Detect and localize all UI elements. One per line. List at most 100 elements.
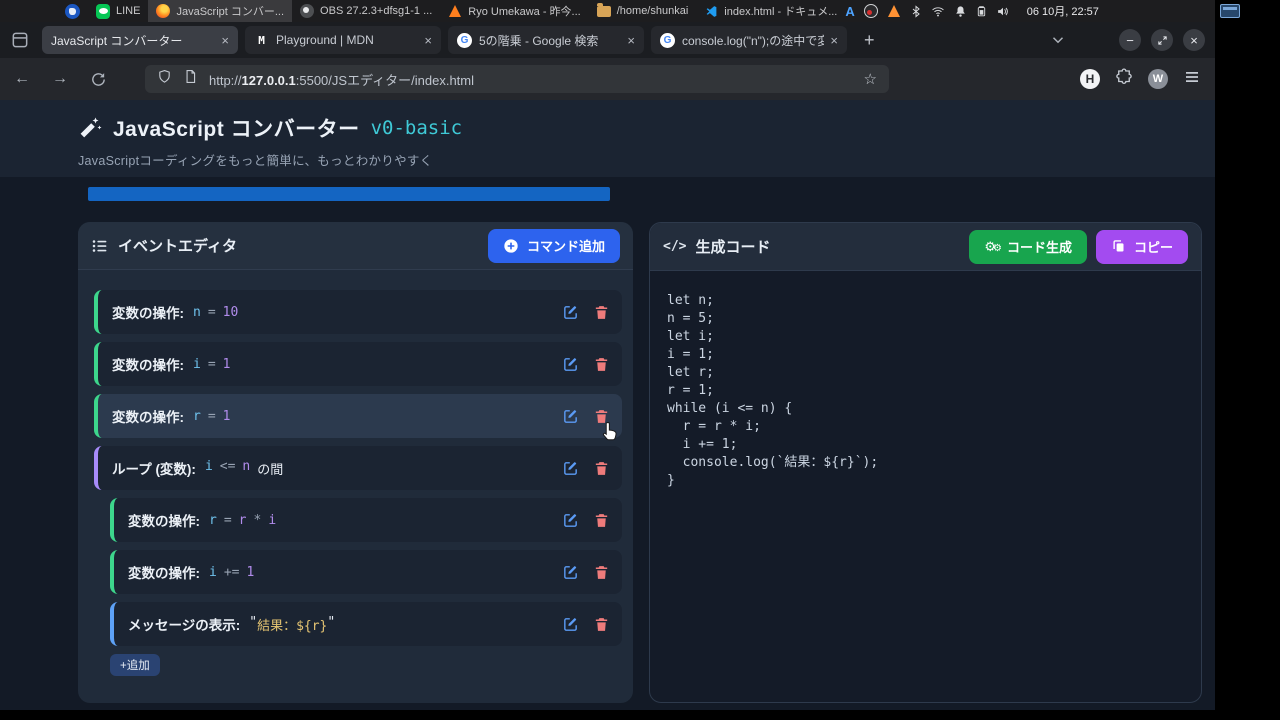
- taskbar-item-vscode[interactable]: index.html - ドキュメ...: [696, 0, 845, 22]
- edit-icon[interactable]: [562, 460, 579, 477]
- copy-button[interactable]: コピー: [1096, 230, 1188, 264]
- reload-button[interactable]: [90, 71, 107, 88]
- event-row-list: 変数の操作: n=10 変数の操作: i=1: [78, 270, 633, 676]
- forward-button[interactable]: →: [52, 70, 68, 88]
- google-favicon: G: [457, 33, 472, 48]
- url-text[interactable]: http://127.0.0.1:5500/JSエディター/index.html: [209, 70, 853, 89]
- code-line: }: [667, 472, 1184, 490]
- web-page: JavaScript コンバーター v0-basic JavaScriptコーデ…: [0, 100, 1215, 710]
- extension-h-icon[interactable]: H: [1080, 69, 1100, 89]
- event-row[interactable]: 変数の操作: n=10: [94, 290, 622, 334]
- extensions-puzzle-icon[interactable]: [1115, 68, 1133, 91]
- code-line: i = 1;: [667, 346, 1184, 364]
- event-row-nested[interactable]: 変数の操作: i+=1: [110, 550, 622, 594]
- edit-icon[interactable]: [562, 616, 579, 633]
- line-icon: [96, 4, 110, 19]
- google-favicon: G: [660, 33, 675, 48]
- tab-close-icon[interactable]: ×: [627, 33, 635, 48]
- back-button[interactable]: ←: [14, 70, 30, 88]
- tab-google-search-2[interactable]: G console.log("n");の途中で変数 ×: [651, 26, 847, 54]
- delete-icon[interactable]: [593, 616, 610, 633]
- code-line: i += 1;: [667, 436, 1184, 454]
- folder-icon: [597, 6, 611, 17]
- edit-icon[interactable]: [562, 564, 579, 581]
- edit-icon[interactable]: [562, 408, 579, 425]
- code-output[interactable]: let n; n = 5; let i; i = 1; let r; r = 1…: [650, 271, 1201, 511]
- show-desktop-icon[interactable]: [1220, 4, 1240, 18]
- taskbar-label: index.html - ドキュメ...: [724, 3, 837, 19]
- volume-icon[interactable]: [996, 5, 1010, 18]
- page-info-icon[interactable]: [183, 69, 198, 89]
- vscode-icon: [704, 4, 718, 18]
- taskbar-item-line[interactable]: LINE: [88, 0, 148, 22]
- event-row[interactable]: 変数の操作: i=1: [94, 342, 622, 386]
- delete-icon[interactable]: [593, 460, 610, 477]
- code-line: let r;: [667, 364, 1184, 382]
- tab-mdn-playground[interactable]: M Playground | MDN ×: [245, 26, 441, 54]
- edit-icon[interactable]: [562, 304, 579, 321]
- ime-indicator[interactable]: A: [845, 4, 854, 19]
- edit-icon[interactable]: [562, 512, 579, 529]
- add-command-button[interactable]: コマンド追加: [488, 229, 620, 263]
- taskbar-item-vlc[interactable]: Ryo Umekawa - 昨今...: [440, 0, 588, 22]
- taskbar-item-firefox[interactable]: JavaScript コンバー...: [148, 0, 292, 22]
- taskbar-item-files[interactable]: /home/shunkai: [589, 0, 697, 22]
- add-nested-button[interactable]: +追加: [110, 654, 160, 676]
- shield-icon[interactable]: [157, 69, 172, 89]
- window-minimize-button[interactable]: −: [1119, 29, 1141, 51]
- delete-icon[interactable]: [593, 564, 610, 581]
- event-row-hovered[interactable]: 変数の操作: r=1: [94, 394, 622, 438]
- delete-icon[interactable]: [593, 304, 610, 321]
- output-panel-title: 生成コード: [695, 236, 770, 257]
- browser-address-bar: ← → http://127.0.0.1:5500/JSエディター/index.…: [0, 58, 1215, 100]
- tab-archive-icon[interactable]: [10, 30, 30, 50]
- bookmark-star-icon[interactable]: ☆: [864, 70, 877, 88]
- browser-tab-bar: JavaScript コンバーター × M Playground | MDN ×…: [0, 22, 1215, 58]
- system-tray: A 06 10月, 22:57: [845, 3, 1242, 19]
- mdn-favicon: M: [254, 33, 269, 48]
- loop-row[interactable]: ループ (変数): i<=nの間: [94, 446, 622, 490]
- window-restore-button[interactable]: [1151, 29, 1173, 51]
- delete-icon[interactable]: [593, 356, 610, 373]
- app-menu-icon: [65, 4, 80, 19]
- event-row-nested[interactable]: 変数の操作: r=r*i: [110, 498, 622, 542]
- url-bar[interactable]: http://127.0.0.1:5500/JSエディター/index.html…: [145, 65, 889, 93]
- generate-code-button[interactable]: ⚙⚙ コード生成: [969, 230, 1087, 264]
- tab-js-converter[interactable]: JavaScript コンバーター ×: [42, 26, 238, 54]
- generated-code-panel: </> 生成コード ⚙⚙ コード生成 コピー let n; n: [649, 222, 1202, 703]
- clock[interactable]: 06 10月, 22:57: [1027, 3, 1099, 19]
- list-icon: [91, 237, 109, 255]
- vlc-tray-icon[interactable]: [887, 4, 901, 18]
- tab-close-icon[interactable]: ×: [830, 33, 838, 48]
- taskbar-label: /home/shunkai: [617, 5, 689, 17]
- firefox-icon: [156, 4, 170, 18]
- screen: LINE JavaScript コンバー... OBS 27.2.3+dfsg1…: [0, 0, 1215, 710]
- delete-icon[interactable]: [593, 512, 610, 529]
- page-title: JavaScript コンバーター: [113, 113, 360, 143]
- obs-tray-icon[interactable]: [864, 4, 878, 18]
- page-subtitle: JavaScriptコーディングをもっと簡単に、もっとわかりやすく: [78, 150, 1215, 169]
- taskbar-app-menu[interactable]: [57, 0, 88, 22]
- taskbar-item-obs[interactable]: OBS 27.2.3+dfsg1-1 ...: [292, 0, 440, 22]
- edit-icon[interactable]: [562, 356, 579, 373]
- code-line: r = r * i;: [667, 418, 1184, 436]
- message-row[interactable]: メッセージの表示: "結果：${r}": [110, 602, 622, 646]
- profile-avatar[interactable]: W: [1148, 69, 1168, 89]
- window-close-button[interactable]: ×: [1183, 29, 1205, 51]
- taskbar-label: LINE: [116, 5, 140, 17]
- magic-wand-icon: [78, 116, 102, 140]
- taskbar-label: OBS 27.2.3+dfsg1-1 ...: [320, 5, 432, 17]
- notifications-icon[interactable]: [954, 5, 967, 18]
- bluetooth-icon[interactable]: [910, 5, 922, 18]
- new-tab-button[interactable]: +: [864, 30, 875, 51]
- tab-list-chevron-icon[interactable]: [1049, 31, 1067, 49]
- tab-close-icon[interactable]: ×: [221, 33, 229, 48]
- tab-google-search[interactable]: G 5の階乗 - Google 検索 ×: [448, 26, 644, 54]
- page-header: JavaScript コンバーター v0-basic JavaScriptコーデ…: [0, 100, 1215, 177]
- tab-title: console.log("n");の途中で変数: [682, 32, 824, 49]
- code-line: r = 1;: [667, 382, 1184, 400]
- wifi-icon[interactable]: [931, 5, 945, 18]
- tab-close-icon[interactable]: ×: [424, 33, 432, 48]
- menu-icon[interactable]: [1183, 68, 1201, 91]
- battery-icon[interactable]: [976, 4, 987, 18]
